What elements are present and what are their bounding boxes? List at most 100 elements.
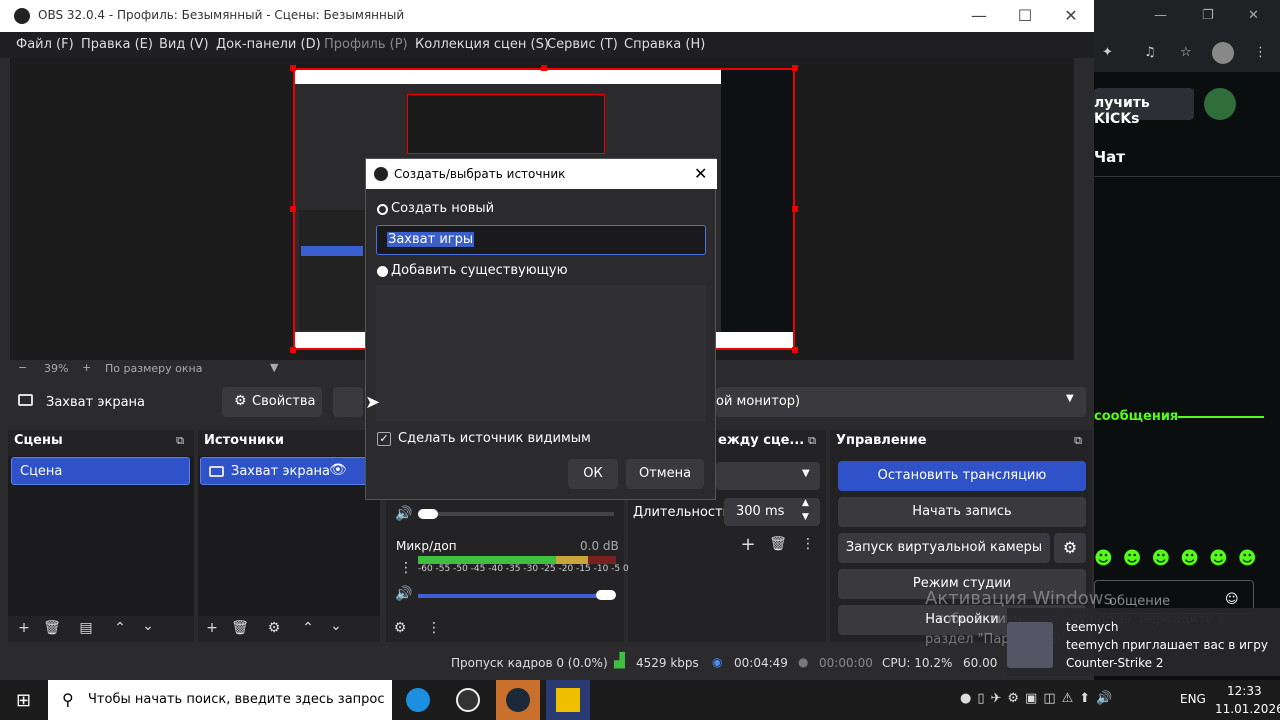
close-button[interactable]: ✕ (1048, 4, 1094, 28)
menu-tools[interactable]: Сервис (T) (547, 37, 618, 52)
edge-icon[interactable] (406, 688, 430, 712)
get-kicks-button[interactable]: лучить KICKs (1094, 88, 1194, 127)
avatar (1007, 622, 1053, 668)
chevron-down-icon: ▼ (802, 468, 810, 479)
monitor-select[interactable]: ой монитор) ▼ (716, 387, 1086, 417)
more-icon[interactable]: ⋮ (798, 536, 818, 552)
undock-icon[interactable]: ⧉ (802, 434, 822, 448)
properties-button[interactable]: ⚙ Свойства (222, 387, 322, 417)
emote-row[interactable]: ☻☻☻☻☻☻ (1094, 548, 1280, 572)
virtual-camera-button[interactable]: Запуск виртуальной камеры (838, 533, 1050, 563)
menu-file[interactable]: Файл (F) (16, 37, 74, 52)
avatar[interactable] (1212, 42, 1234, 64)
volume-slider[interactable] (418, 512, 614, 516)
monitor-icon (18, 394, 33, 406)
volume-slider[interactable] (418, 594, 604, 598)
zoom-fit-select[interactable]: По размеру окна (105, 362, 202, 375)
add-icon[interactable]: + (202, 620, 222, 636)
speaker-icon[interactable]: 🔊 (394, 506, 414, 522)
star-icon[interactable]: ☆ (1180, 45, 1192, 60)
transition-select[interactable]: ▼ (716, 462, 820, 490)
minimize-button[interactable]: — (956, 4, 1002, 28)
zoom-in-button[interactable]: + (82, 361, 91, 374)
gear-icon[interactable]: ⚙ (264, 620, 284, 636)
undock-icon[interactable]: ⧉ (1068, 434, 1088, 448)
maximize-button[interactable]: ☐ (1002, 4, 1048, 28)
eye-icon[interactable]: 👁 (329, 462, 347, 478)
browser-toolbar: ✦ ♫ ☆ ⋮ (1094, 36, 1280, 72)
menu-help[interactable]: Справка (H) (624, 37, 705, 52)
notification-toast[interactable]: teemych teemych приглашает вас в игру Co… (1007, 608, 1280, 676)
chevron-down-icon[interactable]: ▼ (802, 512, 809, 522)
stop-stream-button[interactable]: Остановить трансляцию (838, 461, 1086, 491)
menu-view[interactable]: Вид (V) (159, 37, 209, 52)
avatar[interactable] (1204, 88, 1236, 120)
chevron-down-icon[interactable]: ▼ (270, 361, 278, 374)
menu-scene-collection[interactable]: Коллекция сцен (S) (415, 37, 549, 52)
window-title: OBS 32.0.4 - Профиль: Безымянный - Сцены… (38, 8, 405, 22)
start-recording-button[interactable]: Начать запись (838, 497, 1086, 527)
slider-handle[interactable] (418, 509, 438, 519)
trash-icon[interactable]: 🗑 (230, 620, 250, 636)
add-existing-radio[interactable] (377, 266, 388, 277)
clock-date[interactable]: 11.01.2026 (1215, 702, 1280, 716)
close-icon[interactable]: ✕ (694, 164, 707, 183)
sources-dock: Источники Захват экрана 👁 + 🗑 ⚙ ⌃ ⌄ (198, 430, 380, 642)
visible-checkbox[interactable]: ✓ (377, 432, 391, 446)
music-icon[interactable]: ♫ (1144, 45, 1156, 60)
bitrate: 4529 kbps (636, 656, 699, 670)
existing-sources-list[interactable] (376, 285, 706, 421)
filters-button[interactable] (333, 387, 363, 417)
arrow-down-icon[interactable]: ⌄ (138, 618, 158, 634)
duration-label: Длительность (633, 505, 731, 520)
emoji-icon[interactable]: ☺ (1225, 592, 1239, 607)
gear-icon[interactable]: ⚙ (390, 620, 410, 636)
speaker-icon[interactable]: 🔊 (394, 586, 414, 602)
arrow-up-icon[interactable]: ⌃ (298, 620, 318, 636)
menu-docks[interactable]: Док-панели (D) (216, 37, 321, 52)
duration-spinbox[interactable]: 300 ms ▲ ▼ (724, 498, 820, 526)
trash-icon[interactable]: 🗑 (768, 536, 788, 552)
app-taskbar-button[interactable] (546, 680, 590, 720)
extensions-icon[interactable]: ✦ (1102, 45, 1113, 60)
list-item[interactable]: Сцена (11, 457, 190, 485)
filter-icon[interactable]: ▤ (76, 620, 96, 636)
more-icon[interactable]: ⋮ (424, 620, 444, 636)
create-new-radio[interactable] (377, 204, 388, 215)
arrow-up-icon[interactable]: ⌃ (110, 620, 130, 636)
menu-profile[interactable]: Профиль (P) (324, 37, 408, 52)
source-name-input[interactable]: Захват игры (376, 225, 706, 255)
maximize-button[interactable]: ❐ (1202, 8, 1214, 23)
arrow-down-icon[interactable]: ⌄ (326, 618, 346, 634)
dialog-titlebar: Создать/выбрать источник ✕ (366, 159, 717, 189)
gear-icon[interactable]: ⚙ (1054, 533, 1086, 563)
add-icon[interactable]: + (738, 534, 758, 555)
more-icon[interactable]: ⋮ (396, 560, 416, 576)
chevron-down-icon: ▼ (1066, 393, 1074, 404)
zoom-out-button[interactable]: − (18, 361, 27, 374)
taskbar-search[interactable]: ⚲ Чтобы начать поиск, введите здесь запр… (48, 680, 392, 720)
tray-icons[interactable]: ●▯✈⚙▣◫⚠⬆🔊 (960, 691, 1118, 706)
minimize-button[interactable]: — (1154, 8, 1167, 23)
language-indicator[interactable]: ENG (1180, 692, 1206, 706)
title-bar: OBS 32.0.4 - Профиль: Безымянный - Сцены… (0, 0, 1094, 32)
cancel-button[interactable]: Отмена (626, 459, 704, 489)
monitor-icon (209, 466, 224, 477)
obs-logo-icon (374, 167, 388, 181)
undock-icon[interactable]: ⧉ (170, 434, 190, 448)
close-button[interactable]: ✕ (1248, 8, 1259, 23)
ok-button[interactable]: ОК (568, 459, 618, 489)
obs-taskbar-icon[interactable] (456, 688, 480, 712)
clock-time[interactable]: 12:33 (1227, 684, 1262, 698)
more-icon[interactable]: ⋮ (1254, 45, 1267, 60)
windows-start-icon[interactable]: ⊞ (16, 690, 31, 711)
list-item[interactable]: Захват экрана 👁 (200, 457, 380, 485)
chevron-up-icon[interactable]: ▲ (802, 498, 809, 508)
steam-taskbar-button[interactable] (496, 680, 540, 720)
mixer-channel-label: Микр/доп (396, 539, 457, 553)
menu-edit[interactable]: Правка (E) (81, 37, 153, 52)
add-icon[interactable]: + (14, 620, 34, 636)
browser-titlebar: — ❐ ✕ (1094, 0, 1280, 36)
slider-handle[interactable] (596, 590, 616, 600)
trash-icon[interactable]: 🗑 (42, 620, 62, 636)
